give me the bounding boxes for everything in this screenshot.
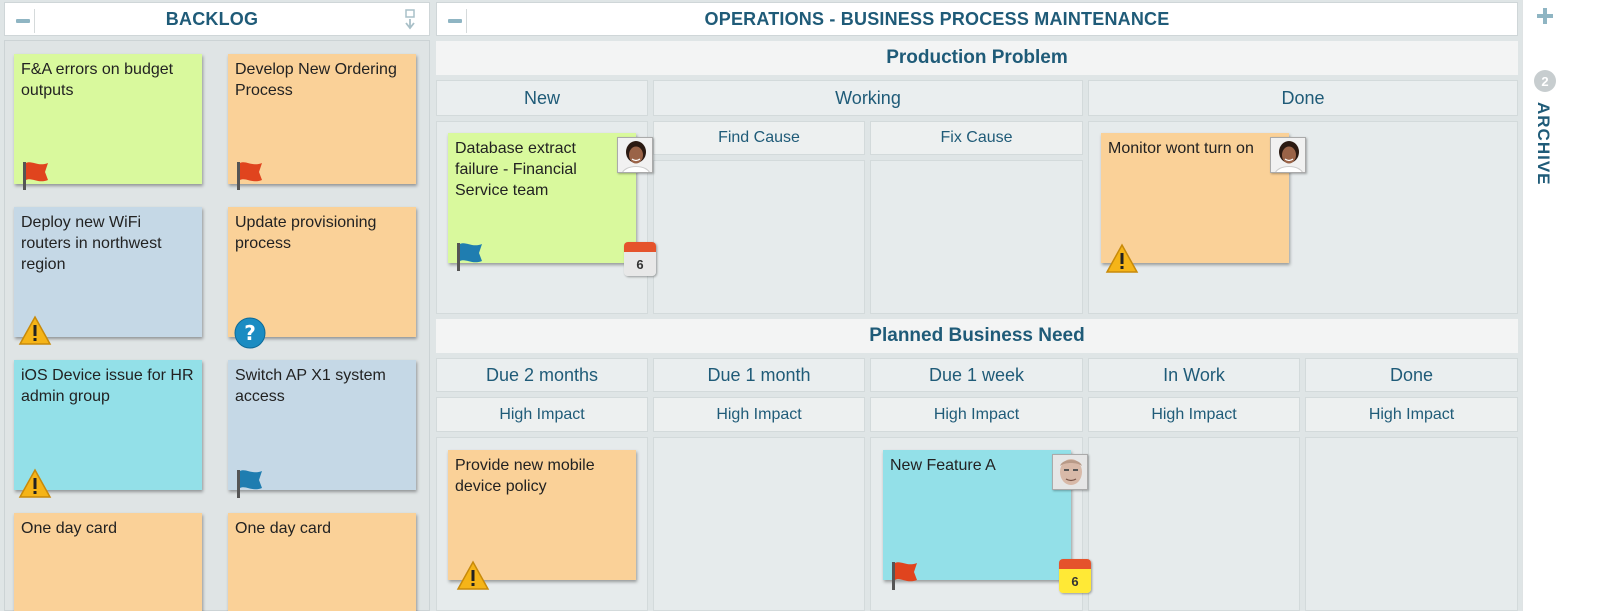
column-due-1-week[interactable]: Due 1 week [870, 358, 1083, 392]
column-title: New [523, 87, 560, 108]
impact-label: High Impact [933, 405, 1020, 423]
operations-collapse-button[interactable] [443, 9, 467, 33]
work-card-monitor[interactable]: Monitor wont turn on [1101, 133, 1289, 273]
impact-label: High Impact [1151, 405, 1237, 423]
archive-count-badge: 2 [1534, 70, 1556, 92]
backlog-card[interactable]: Update provisioning process ? [228, 207, 416, 349]
backlog-card[interactable]: Switch AP X1 system access [228, 360, 416, 498]
backlog-header: BACKLOG [4, 2, 430, 36]
card-title: Deploy new WiFi routers in northwest reg… [21, 214, 162, 273]
production-problem-header: Production Problem [436, 41, 1518, 75]
backlog-title: BACKLOG [165, 8, 259, 29]
warning-icon [18, 315, 52, 345]
calendar-icon: 6 [624, 242, 656, 276]
column-title: Done [1389, 364, 1434, 385]
cell-fix-cause[interactable] [870, 160, 1083, 314]
column-title: Due 2 months [485, 364, 599, 385]
column-planned-done[interactable]: Done [1305, 358, 1518, 392]
card-title: One day card [21, 520, 118, 537]
blue-flag-icon [237, 470, 262, 498]
column-title: Due 1 week [928, 364, 1025, 385]
warning-icon [456, 560, 490, 590]
planned-business-need-header: Planned Business Need [436, 319, 1518, 353]
backlog-card[interactable]: One day card [14, 513, 202, 611]
calendar-icon: 6 [1059, 559, 1091, 593]
red-flag-icon [23, 162, 48, 190]
impact-header[interactable]: High Impact [653, 397, 865, 432]
column-title: Done [1281, 87, 1325, 108]
card-title: Update provisioning process [235, 214, 377, 252]
column-find-cause[interactable]: Find Cause [653, 121, 865, 155]
svg-text:?: ? [244, 321, 256, 345]
cell-find-cause[interactable] [653, 160, 865, 314]
add-lane-plus-icon[interactable] [1535, 6, 1555, 26]
card-title: Database extract failure - Financial Ser… [455, 140, 577, 199]
impact-label: High Impact [716, 405, 802, 423]
calendar-day: 6 [1059, 569, 1091, 593]
impact-header[interactable]: High Impact [1088, 397, 1300, 432]
backlog-card[interactable]: F&A errors on budget outputs [14, 54, 202, 190]
card-title: F&A errors on budget outputs [21, 61, 174, 99]
work-card-new-feature[interactable]: New Feature A [883, 450, 1071, 590]
column-in-work[interactable]: In Work [1088, 358, 1300, 392]
calendar-day: 6 [624, 252, 656, 276]
column-title: Working [835, 87, 901, 108]
work-card-mobile-policy[interactable]: Provide new mobile device policy [448, 450, 636, 590]
card-title: Monitor wont turn on [1108, 140, 1254, 157]
archive-count: 2 [1541, 73, 1549, 89]
user-avatar-icon[interactable] [1270, 137, 1306, 173]
operations-header: OPERATIONS - BUSINESS PROCESS MAINTENANC… [436, 2, 1518, 36]
column-fix-cause[interactable]: Fix Cause [870, 121, 1083, 155]
column-title: Find Cause [718, 129, 800, 146]
operations-title: OPERATIONS - BUSINESS PROCESS MAINTENANC… [704, 8, 1170, 29]
work-card-database-extract[interactable]: Database extract failure - Financial Ser… [448, 133, 636, 271]
sort-down-icon[interactable] [403, 9, 417, 31]
card-title: Switch AP X1 system access [235, 367, 386, 405]
column-working[interactable]: Working [653, 80, 1083, 116]
backlog-card[interactable]: Develop New Ordering Process [228, 54, 416, 190]
section-title: Production Problem [886, 47, 1068, 68]
archive-label[interactable]: ARCHIVE [1533, 102, 1553, 186]
column-due-1-month[interactable]: Due 1 month [653, 358, 865, 392]
red-flag-icon [237, 162, 262, 190]
user-avatar-icon[interactable] [617, 137, 653, 173]
impact-label: High Impact [1368, 405, 1455, 423]
impact-header[interactable]: High Impact [1305, 397, 1518, 432]
column-done[interactable]: Done [1088, 80, 1518, 116]
column-title: Due 1 month [707, 364, 811, 385]
backlog-card[interactable]: One day card [228, 513, 416, 611]
card-title: One day card [235, 520, 332, 537]
cell-in-work[interactable] [1088, 437, 1300, 611]
column-due-2-months[interactable]: Due 2 months [436, 358, 648, 392]
cell-planned-done[interactable] [1305, 437, 1518, 611]
column-new[interactable]: New [436, 80, 648, 116]
impact-header[interactable]: High Impact [436, 397, 648, 432]
right-edge [1566, 0, 1600, 611]
column-title: In Work [1163, 364, 1225, 385]
blue-flag-icon [457, 243, 482, 271]
warning-icon [1105, 243, 1139, 273]
section-title: Planned Business Need [869, 325, 1085, 346]
warning-icon [18, 468, 52, 498]
card-title: New Feature A [890, 457, 996, 474]
user-avatar-icon[interactable] [1052, 454, 1088, 490]
cell-due-1-month[interactable] [653, 437, 865, 611]
red-flag-icon [892, 562, 917, 590]
column-title: Fix Cause [940, 129, 1013, 146]
card-title: Provide new mobile device policy [455, 457, 595, 495]
card-title: iOS Device issue for HR admin group [21, 367, 194, 405]
card-title: Develop New Ordering Process [235, 61, 397, 99]
impact-label: High Impact [499, 405, 585, 423]
impact-header[interactable]: High Impact [870, 397, 1083, 432]
backlog-card[interactable]: Deploy new WiFi routers in northwest reg… [14, 207, 202, 345]
backlog-collapse-button[interactable] [11, 9, 35, 33]
backlog-card[interactable]: iOS Device issue for HR admin group [14, 360, 202, 498]
question-icon: ? [234, 317, 266, 349]
